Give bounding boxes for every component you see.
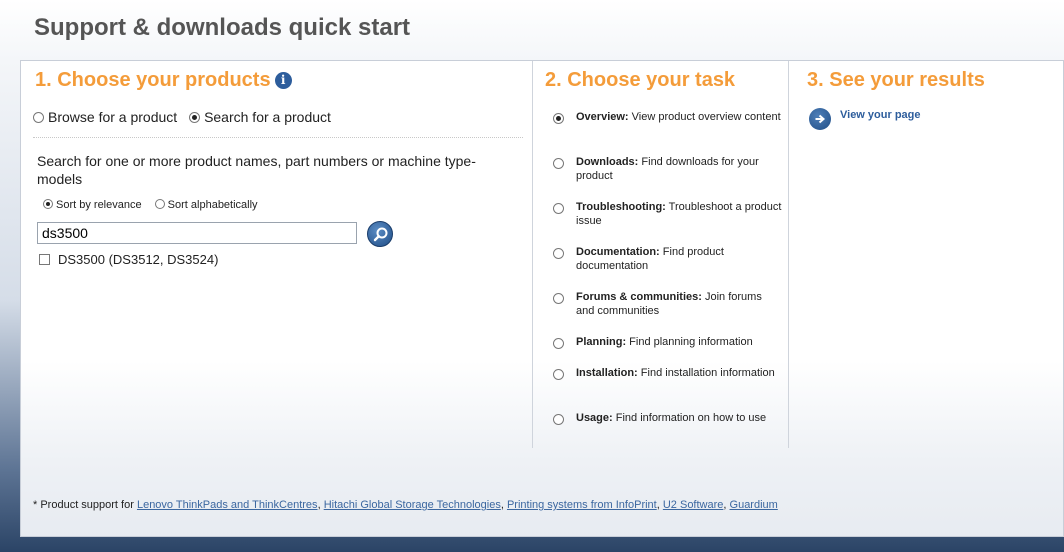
choose-products-heading: 1. Choose your products i [35, 69, 292, 92]
task-troubleshooting[interactable]: Troubleshooting: Troubleshoot a product … [553, 200, 783, 228]
sort-alpha-label: Sort alphabetically [167, 199, 258, 211]
product-mode-selector: Browse for a product Search for a produc… [33, 109, 339, 125]
result-checkbox[interactable] [39, 254, 50, 265]
task-name: Overview: [576, 111, 629, 123]
task-name: Forums & communities: [576, 291, 702, 303]
task-desc: Find planning information [626, 336, 753, 348]
page-title: Support & downloads quick start [34, 14, 411, 41]
browse-label: Browse for a product [48, 109, 178, 125]
search-icon [373, 227, 388, 242]
task-name: Installation: [576, 367, 638, 379]
task-documentation[interactable]: Documentation: Find product documentatio… [553, 245, 783, 273]
sort-selector: Sort by relevance Sort alphabetically [43, 199, 268, 211]
sort-relevance-label: Sort by relevance [56, 199, 142, 211]
task-name: Downloads: [576, 156, 639, 168]
footer-link-hitachi[interactable]: Hitachi Global Storage Technologies [324, 499, 501, 511]
footer-product-support: * Product support for Lenovo ThinkPads a… [33, 499, 778, 511]
browse-mode-option[interactable]: Browse for a product [33, 109, 177, 125]
view-your-page-link[interactable]: View your page [840, 109, 921, 121]
result-label: DS3500 (DS3512, DS3524) [58, 252, 219, 267]
result-item[interactable]: DS3500 (DS3512, DS3524) [39, 252, 218, 267]
divider [33, 137, 523, 138]
footer-link-lenovo[interactable]: Lenovo ThinkPads and ThinkCentres [137, 499, 318, 511]
info-icon[interactable]: i [274, 72, 292, 89]
see-results-heading: 3. See your results [807, 69, 985, 91]
footer-prefix: * Product support for [33, 499, 137, 511]
see-results-column: 3. See your results View your page [788, 61, 1064, 448]
choose-task-heading: 2. Choose your task [545, 69, 736, 91]
search-input[interactable] [37, 222, 357, 244]
search-label: Search for a product [204, 109, 331, 125]
browse-radio[interactable] [33, 112, 44, 123]
arrow-right-icon [815, 114, 826, 124]
sort-relevance-radio[interactable] [43, 199, 53, 209]
task-name: Documentation: [576, 246, 660, 258]
footer-link-guardium[interactable]: Guardium [730, 499, 778, 511]
task-radio[interactable] [553, 414, 564, 425]
search-mode-option[interactable]: Search for a product [189, 109, 331, 125]
sort-relevance-option[interactable]: Sort by relevance [43, 199, 142, 211]
search-button[interactable] [367, 221, 393, 247]
task-radio[interactable] [553, 338, 564, 349]
sort-alpha-option[interactable]: Sort alphabetically [154, 199, 258, 211]
task-radio[interactable] [553, 203, 564, 214]
search-radio[interactable] [189, 112, 201, 123]
sort-alpha-radio[interactable] [154, 199, 165, 209]
view-page-link-row[interactable]: View your page [809, 108, 921, 130]
task-radio[interactable] [553, 113, 564, 124]
task-radio[interactable] [553, 158, 564, 169]
task-forums[interactable]: Forums & communities: Join forums and co… [553, 290, 783, 318]
footer-link-u2[interactable]: U2 Software [663, 499, 724, 511]
task-radio[interactable] [553, 369, 564, 380]
choose-task-column: 2. Choose your task Overview: View produ… [532, 61, 789, 448]
task-desc: Find information on how to use [612, 412, 767, 424]
task-radio[interactable] [553, 293, 564, 304]
task-overview[interactable]: Overview: View product overview content [553, 110, 783, 138]
quick-start-panel: 1. Choose your products i Browse for a pr… [20, 60, 1064, 537]
task-installation[interactable]: Installation: Find installation informat… [553, 366, 783, 394]
task-desc: View product overview content [628, 111, 781, 123]
task-radio[interactable] [553, 248, 564, 259]
task-name: Usage: [576, 412, 613, 424]
task-desc: Find installation information [637, 367, 775, 379]
task-list: Overview: View product overview content … [553, 110, 783, 456]
task-name: Troubleshooting: [576, 201, 666, 213]
task-usage[interactable]: Usage: Find information on how to use [553, 411, 783, 439]
task-downloads[interactable]: Downloads: Find downloads for your produ… [553, 155, 783, 183]
arrow-right-button[interactable] [809, 108, 831, 130]
task-planning[interactable]: Planning: Find planning information [553, 335, 783, 349]
search-help-text: Search for one or more product names, pa… [37, 153, 476, 187]
task-name: Planning: [576, 336, 627, 348]
footer-link-infoprint[interactable]: Printing systems from InfoPrint [507, 499, 657, 511]
choose-products-column: 1. Choose your products i Browse for a pr… [21, 61, 533, 448]
